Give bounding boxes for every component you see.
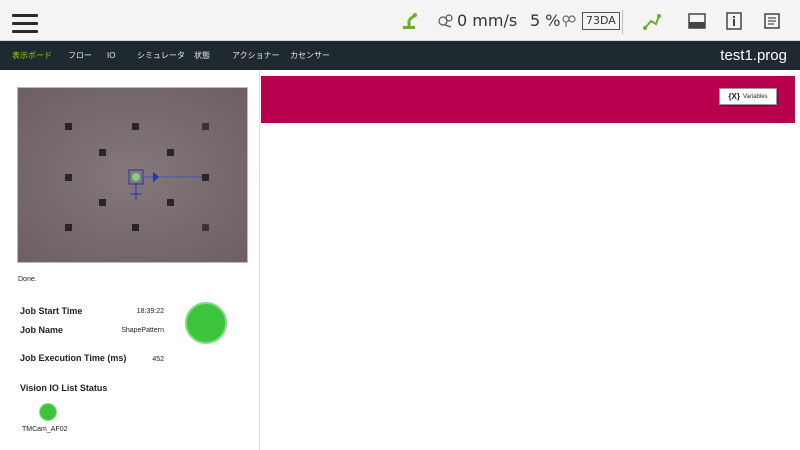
job-execution-time-value: 452 xyxy=(152,356,164,363)
job-status-indicator xyxy=(185,302,227,344)
device-id-badge: 73DA xyxy=(582,11,620,30)
nav-item-display-board[interactable]: 表示ボード xyxy=(12,41,52,70)
nav-item-force-sensor[interactable]: カセンサー xyxy=(290,41,330,70)
nav-item-flow[interactable]: フロー xyxy=(68,41,92,70)
variables-label: Variables xyxy=(742,93,768,100)
nav-item-simulator[interactable]: シミュレータ xyxy=(137,41,185,70)
info-icon[interactable] xyxy=(724,12,744,30)
vision-status-text: Done. xyxy=(18,276,37,283)
menu-icon[interactable] xyxy=(12,14,38,34)
job-start-time-value: 18:39:22 xyxy=(136,308,164,315)
vision-io-list-status-label: Vision IO List Status xyxy=(20,383,108,393)
nav-item-status[interactable]: 状態 xyxy=(194,41,210,70)
divider xyxy=(622,10,623,34)
camera-view[interactable] xyxy=(17,87,248,263)
top-status-bar: 0 mm/s 5 % 73DA xyxy=(0,0,800,41)
display-icon[interactable] xyxy=(687,12,707,30)
controller-icon[interactable] xyxy=(642,12,662,30)
speed-icon xyxy=(438,14,453,28)
job-start-time-label: Job Start Time xyxy=(20,306,83,316)
camera-io-indicator xyxy=(39,403,57,421)
job-name-value: ShapePattern xyxy=(121,327,164,334)
robot-arm-icon[interactable] xyxy=(400,12,420,30)
speed-readout: 0 mm/s xyxy=(457,11,518,30)
header-banner: {X} Variables xyxy=(261,76,795,123)
nav-bar: 表示ボード フロー IO シミュレータ 状態 アクショナー カセンサー test… xyxy=(0,41,800,70)
key-icon xyxy=(562,15,576,27)
camera-image xyxy=(18,88,247,262)
nav-item-actuator[interactable]: アクショナー xyxy=(232,41,280,70)
job-execution-time-label: Job Execution Time (ms) xyxy=(20,353,127,363)
right-panel: {X} Variables xyxy=(261,70,800,450)
variables-icon: {X} xyxy=(728,92,740,101)
speed-percent: 5 % xyxy=(530,11,561,30)
document-icon[interactable] xyxy=(762,12,782,30)
program-name: test1.prog xyxy=(720,47,787,64)
camera-name: TMCam_AF02 xyxy=(22,426,68,433)
vision-panel: Done. Job Start Time 18:39:22 Job Name S… xyxy=(0,70,260,450)
variables-button[interactable]: {X} Variables xyxy=(719,88,777,105)
nav-item-io[interactable]: IO xyxy=(107,41,115,70)
job-name-label: Job Name xyxy=(20,325,64,335)
